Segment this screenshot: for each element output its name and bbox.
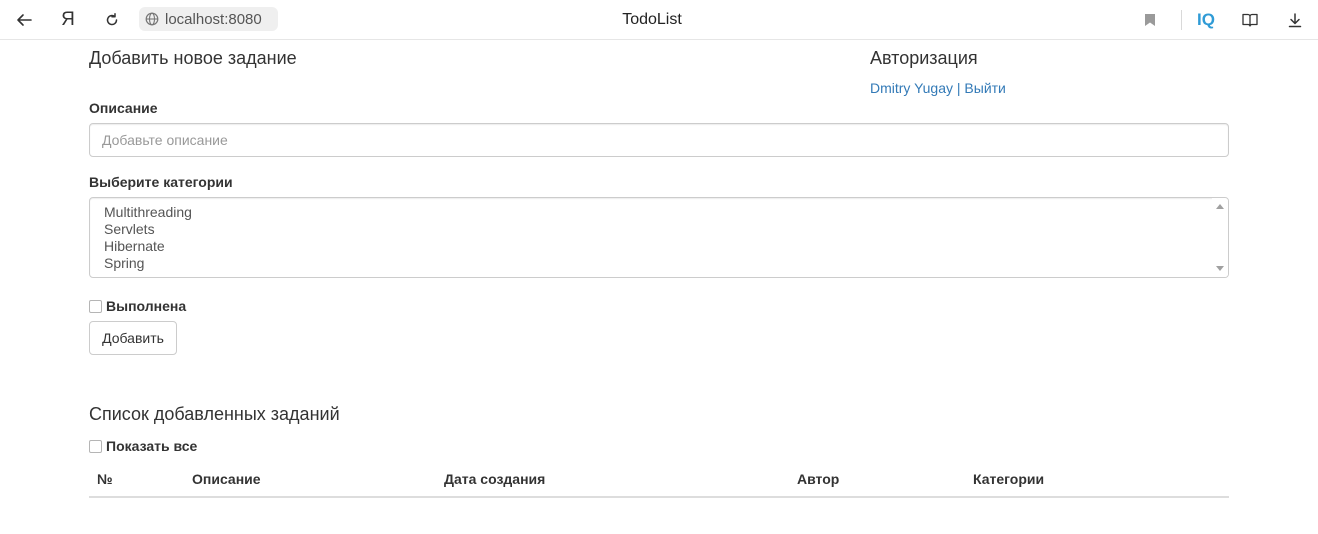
done-checkbox[interactable]: [89, 299, 102, 313]
auth-heading: Авторизация: [870, 48, 978, 68]
category-option[interactable]: Multithreading: [104, 204, 192, 221]
tasks-table-header: № Описание Дата создания Автор Категории: [89, 468, 1229, 498]
done-checkbox-row: Выполнена: [89, 298, 186, 314]
column-header-author: Автор: [797, 471, 840, 487]
column-header-number: №: [97, 471, 113, 487]
toolbar-divider: [1181, 10, 1182, 30]
arrow-left-icon: [17, 14, 32, 26]
download-button[interactable]: [1281, 0, 1309, 40]
category-option[interactable]: Hibernate: [104, 238, 192, 255]
category-option[interactable]: Spring: [104, 255, 192, 272]
categories-label: Выберите категории: [89, 174, 233, 190]
auth-separator: |: [953, 80, 965, 96]
browser-toolbar: Я localhost:8080 TodoList IQ: [0, 0, 1318, 40]
yandex-button[interactable]: Я: [52, 0, 84, 40]
reload-icon: [106, 13, 118, 26]
page-content: Добавить новое задание Авторизация Dmitr…: [0, 40, 1318, 534]
show-all-checkbox-row: Показать все: [89, 438, 197, 454]
task-list-heading: Список добавленных заданий: [89, 404, 340, 424]
description-label: Описание: [89, 100, 158, 116]
iq-extension-button[interactable]: IQ: [1190, 0, 1222, 40]
iq-icon: IQ: [1197, 10, 1215, 29]
show-all-checkbox[interactable]: [89, 439, 102, 453]
show-all-label[interactable]: Показать все: [106, 438, 197, 454]
bookmark-button[interactable]: [1136, 0, 1164, 40]
category-option[interactable]: Servlets: [104, 221, 192, 238]
download-icon: [1288, 13, 1302, 28]
address-bar[interactable]: localhost:8080: [139, 7, 278, 31]
auth-links: Dmitry Yugay | Выйти: [870, 80, 1006, 96]
categories-scrollbar[interactable]: [1212, 198, 1228, 277]
scroll-down-icon[interactable]: [1216, 266, 1224, 271]
done-label[interactable]: Выполнена: [106, 298, 186, 314]
categories-options: Multithreading Servlets Hibernate Spring: [104, 204, 192, 272]
column-header-created: Дата создания: [444, 471, 546, 487]
reload-button[interactable]: [96, 0, 128, 40]
description-input[interactable]: [89, 123, 1229, 157]
user-name-link[interactable]: Dmitry Yugay: [870, 80, 953, 96]
reader-button[interactable]: [1236, 0, 1264, 40]
book-icon: [1242, 13, 1258, 27]
logout-link[interactable]: Выйти: [964, 80, 1005, 96]
categories-multiselect[interactable]: Multithreading Servlets Hibernate Spring: [89, 197, 1229, 278]
globe-icon: [139, 12, 165, 26]
column-header-categories: Категории: [973, 471, 1045, 487]
page-title: TodoList: [622, 11, 682, 28]
column-header-description: Описание: [192, 471, 261, 487]
new-task-heading: Добавить новое задание: [89, 48, 297, 68]
url-text: localhost:8080: [165, 10, 262, 28]
add-task-button[interactable]: Добавить: [89, 321, 177, 355]
scroll-up-icon[interactable]: [1216, 204, 1224, 209]
yandex-logo-icon: Я: [61, 9, 75, 30]
bookmark-icon: [1145, 14, 1155, 26]
back-button[interactable]: [8, 0, 40, 40]
